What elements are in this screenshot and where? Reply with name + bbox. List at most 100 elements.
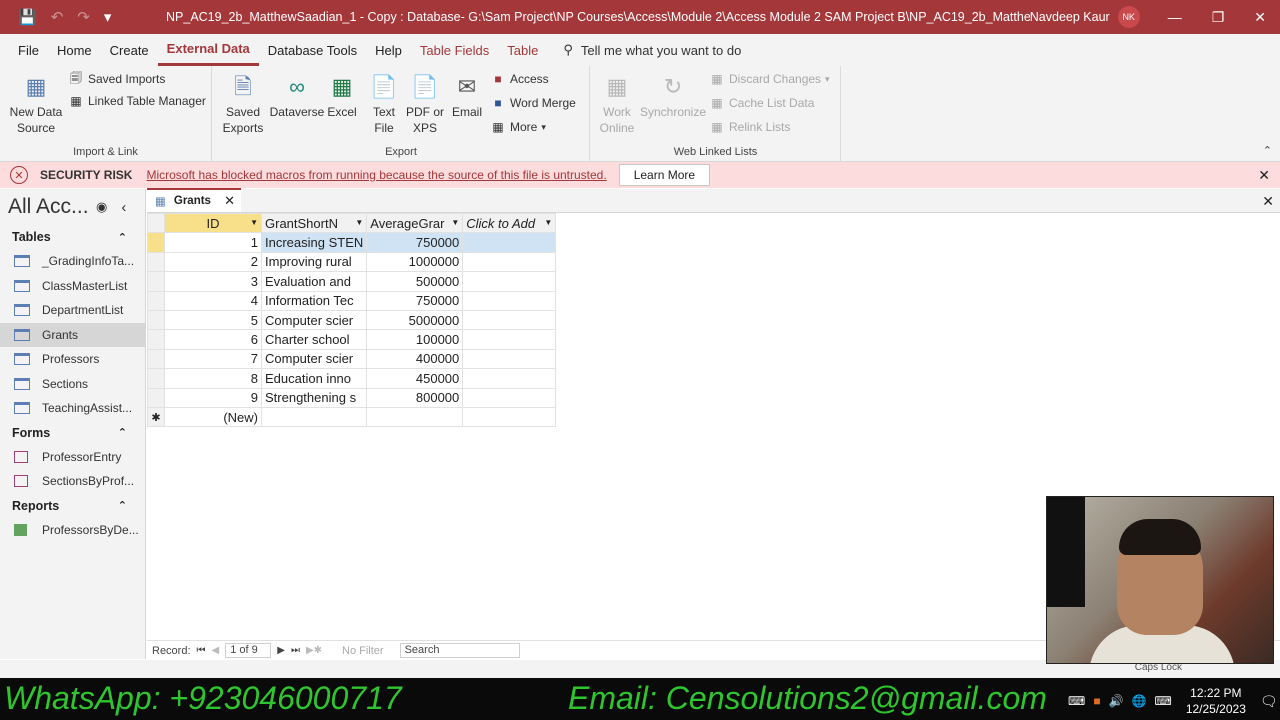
new-record-icon[interactable]: ▶✱ <box>306 645 322 656</box>
cell-grant-name[interactable]: Information Tec <box>260 290 368 311</box>
cell-grant-name[interactable]: Evaluation and <box>260 271 368 292</box>
text-file-button[interactable]: 📄 Text File <box>369 72 399 136</box>
nav-section-tables[interactable]: Tables ⌃ <box>0 225 145 249</box>
close-document-icon[interactable]: ✕ <box>1262 193 1274 210</box>
excel-button[interactable]: ▦ Excel <box>325 72 359 120</box>
close-icon[interactable]: ✕ <box>1258 167 1270 184</box>
cell-id[interactable]: 1 <box>164 232 262 253</box>
cell-empty[interactable] <box>260 406 368 428</box>
table-row[interactable]: 4 Information Tec 750000 <box>147 290 557 311</box>
cell-empty[interactable] <box>462 387 557 408</box>
cell-id[interactable]: 2 <box>164 251 262 273</box>
table-row[interactable]: 2 Improving rural 1000000 <box>147 251 557 273</box>
avatar[interactable]: NK <box>1117 6 1140 28</box>
redo-icon[interactable]: ↷ <box>77 8 90 26</box>
column-header-grantshortname[interactable]: GrantShortN ▼ <box>260 212 368 234</box>
nav-header[interactable]: All Acc... ◉ ‹ <box>0 189 145 225</box>
nav-item-form[interactable]: ProfessorEntry <box>0 445 145 470</box>
learn-more-button[interactable]: Learn More <box>618 164 711 186</box>
last-record-icon[interactable]: ⏭ <box>291 645 300 656</box>
cell-id[interactable]: 3 <box>164 271 262 292</box>
table-row[interactable]: 6 Charter school 100000 <box>147 329 557 350</box>
cell-empty[interactable] <box>462 271 557 292</box>
tab-home[interactable]: Home <box>48 34 101 66</box>
column-header-id[interactable]: ID ▼ <box>164 212 262 234</box>
current-record-field[interactable]: 1 of 9 <box>225 643 272 658</box>
next-record-icon[interactable]: ▶ <box>277 645 285 656</box>
cell-empty[interactable] <box>462 368 557 389</box>
search-input[interactable]: Search <box>399 643 520 658</box>
close-icon[interactable]: ✕ <box>224 193 235 209</box>
nav-item-table[interactable]: TeachingAssist... <box>0 396 145 421</box>
cell-id[interactable]: 5 <box>164 309 262 331</box>
cell-grant-name[interactable]: Computer scier <box>260 348 368 370</box>
row-selector[interactable] <box>147 290 165 311</box>
language-icon[interactable]: ⌨ <box>1154 694 1171 708</box>
work-online-button[interactable]: ▦ Work Online <box>597 72 637 136</box>
tab-help[interactable]: Help <box>366 34 411 66</box>
nav-section-reports[interactable]: Reports ⌃ <box>0 494 145 518</box>
cell-empty[interactable] <box>462 232 557 253</box>
table-row[interactable]: 5 Computer scier 5000000 <box>147 309 557 331</box>
column-header-click-to-add[interactable]: Click to Add ▼ <box>462 212 557 234</box>
cell-grant-name[interactable]: Increasing STEN <box>260 232 368 253</box>
table-row[interactable]: 1 Increasing STEN 750000 <box>147 232 557 253</box>
volume-icon[interactable]: 🔊 <box>1109 694 1124 708</box>
network-icon[interactable]: 🌐 <box>1132 694 1147 708</box>
cell-average-grant[interactable]: 400000 <box>366 348 464 370</box>
cell-id[interactable]: 7 <box>164 348 262 370</box>
collapse-ribbon-icon[interactable]: ⌃ <box>1263 144 1272 157</box>
saved-imports-button[interactable]: 🗐 Saved Imports <box>68 71 165 87</box>
notification-icon[interactable]: 🗨 <box>1260 693 1278 710</box>
new-record-cell[interactable]: (New) <box>164 406 262 428</box>
chevron-down-icon[interactable]: ▼ <box>250 218 258 227</box>
cell-empty[interactable] <box>366 406 464 428</box>
cell-average-grant[interactable]: 800000 <box>366 387 464 408</box>
nav-item-report[interactable]: ProfessorsByDe... <box>0 518 145 543</box>
nav-section-forms[interactable]: Forms ⌃ <box>0 421 145 445</box>
synchronize-button[interactable]: ↻ Synchronize <box>640 72 706 120</box>
row-selector[interactable] <box>147 251 165 273</box>
cell-id[interactable]: 9 <box>164 387 262 408</box>
cell-average-grant[interactable]: 500000 <box>366 271 464 292</box>
clock[interactable]: 12:22 PM 12/25/2023 <box>1186 685 1246 717</box>
tab-table[interactable]: Table <box>498 34 547 66</box>
close-icon[interactable]: ✕ <box>1254 9 1266 26</box>
tab-table-fields[interactable]: Table Fields <box>411 34 498 66</box>
cell-average-grant[interactable]: 750000 <box>366 232 464 253</box>
minimize-icon[interactable]: — <box>1168 9 1182 26</box>
restore-icon[interactable]: ❐ <box>1212 9 1225 26</box>
nav-item-form[interactable]: SectionsByProf... <box>0 469 145 494</box>
cell-empty[interactable] <box>462 406 557 428</box>
chevron-down-icon[interactable]: ▼ <box>355 218 363 227</box>
tab-create[interactable]: Create <box>101 34 158 66</box>
row-selector[interactable] <box>147 329 165 350</box>
shutter-bar-close-icon[interactable]: ‹ <box>121 199 126 216</box>
doc-tab-grants[interactable]: ▦ Grants ✕ <box>147 188 241 212</box>
nav-item-table[interactable]: Professors <box>0 347 145 372</box>
tab-external-data[interactable]: External Data <box>157 34 259 66</box>
nav-options-icon[interactable]: ◉ <box>96 199 107 215</box>
nav-item-table[interactable]: DepartmentList <box>0 298 145 323</box>
row-selector[interactable] <box>147 368 165 389</box>
new-data-source-button[interactable]: ▦ New Data Source <box>8 72 64 136</box>
discard-changes-button[interactable]: ▦ Discard Changes ▾ <box>709 72 829 86</box>
access-export-button[interactable]: ■ Access <box>490 72 548 86</box>
row-selector[interactable] <box>147 387 165 408</box>
saved-exports-button[interactable]: 🗎 Saved Exports <box>219 72 267 136</box>
cell-grant-name[interactable]: Charter school <box>260 329 368 350</box>
customize-qat-icon[interactable]: ▾ <box>104 8 112 26</box>
nav-item-table[interactable]: Grants <box>0 322 145 347</box>
tab-file[interactable]: File <box>0 34 48 66</box>
chevron-down-icon[interactable]: ▼ <box>451 218 459 227</box>
chevron-down-icon[interactable]: ▼ <box>544 218 552 227</box>
new-record-row[interactable]: ✱ (New) <box>147 406 557 428</box>
column-header-averagegrant[interactable]: AverageGrar ▼ <box>366 212 464 234</box>
cell-grant-name[interactable]: Strengthening s <box>260 387 368 408</box>
cell-grant-name[interactable]: Education inno <box>260 368 368 389</box>
cell-id[interactable]: 8 <box>164 368 262 389</box>
nav-item-table[interactable]: Sections <box>0 372 145 397</box>
cell-grant-name[interactable]: Computer scier <box>260 309 368 331</box>
relink-lists-button[interactable]: ▦ Relink Lists <box>709 120 790 134</box>
cell-empty[interactable] <box>462 309 557 331</box>
